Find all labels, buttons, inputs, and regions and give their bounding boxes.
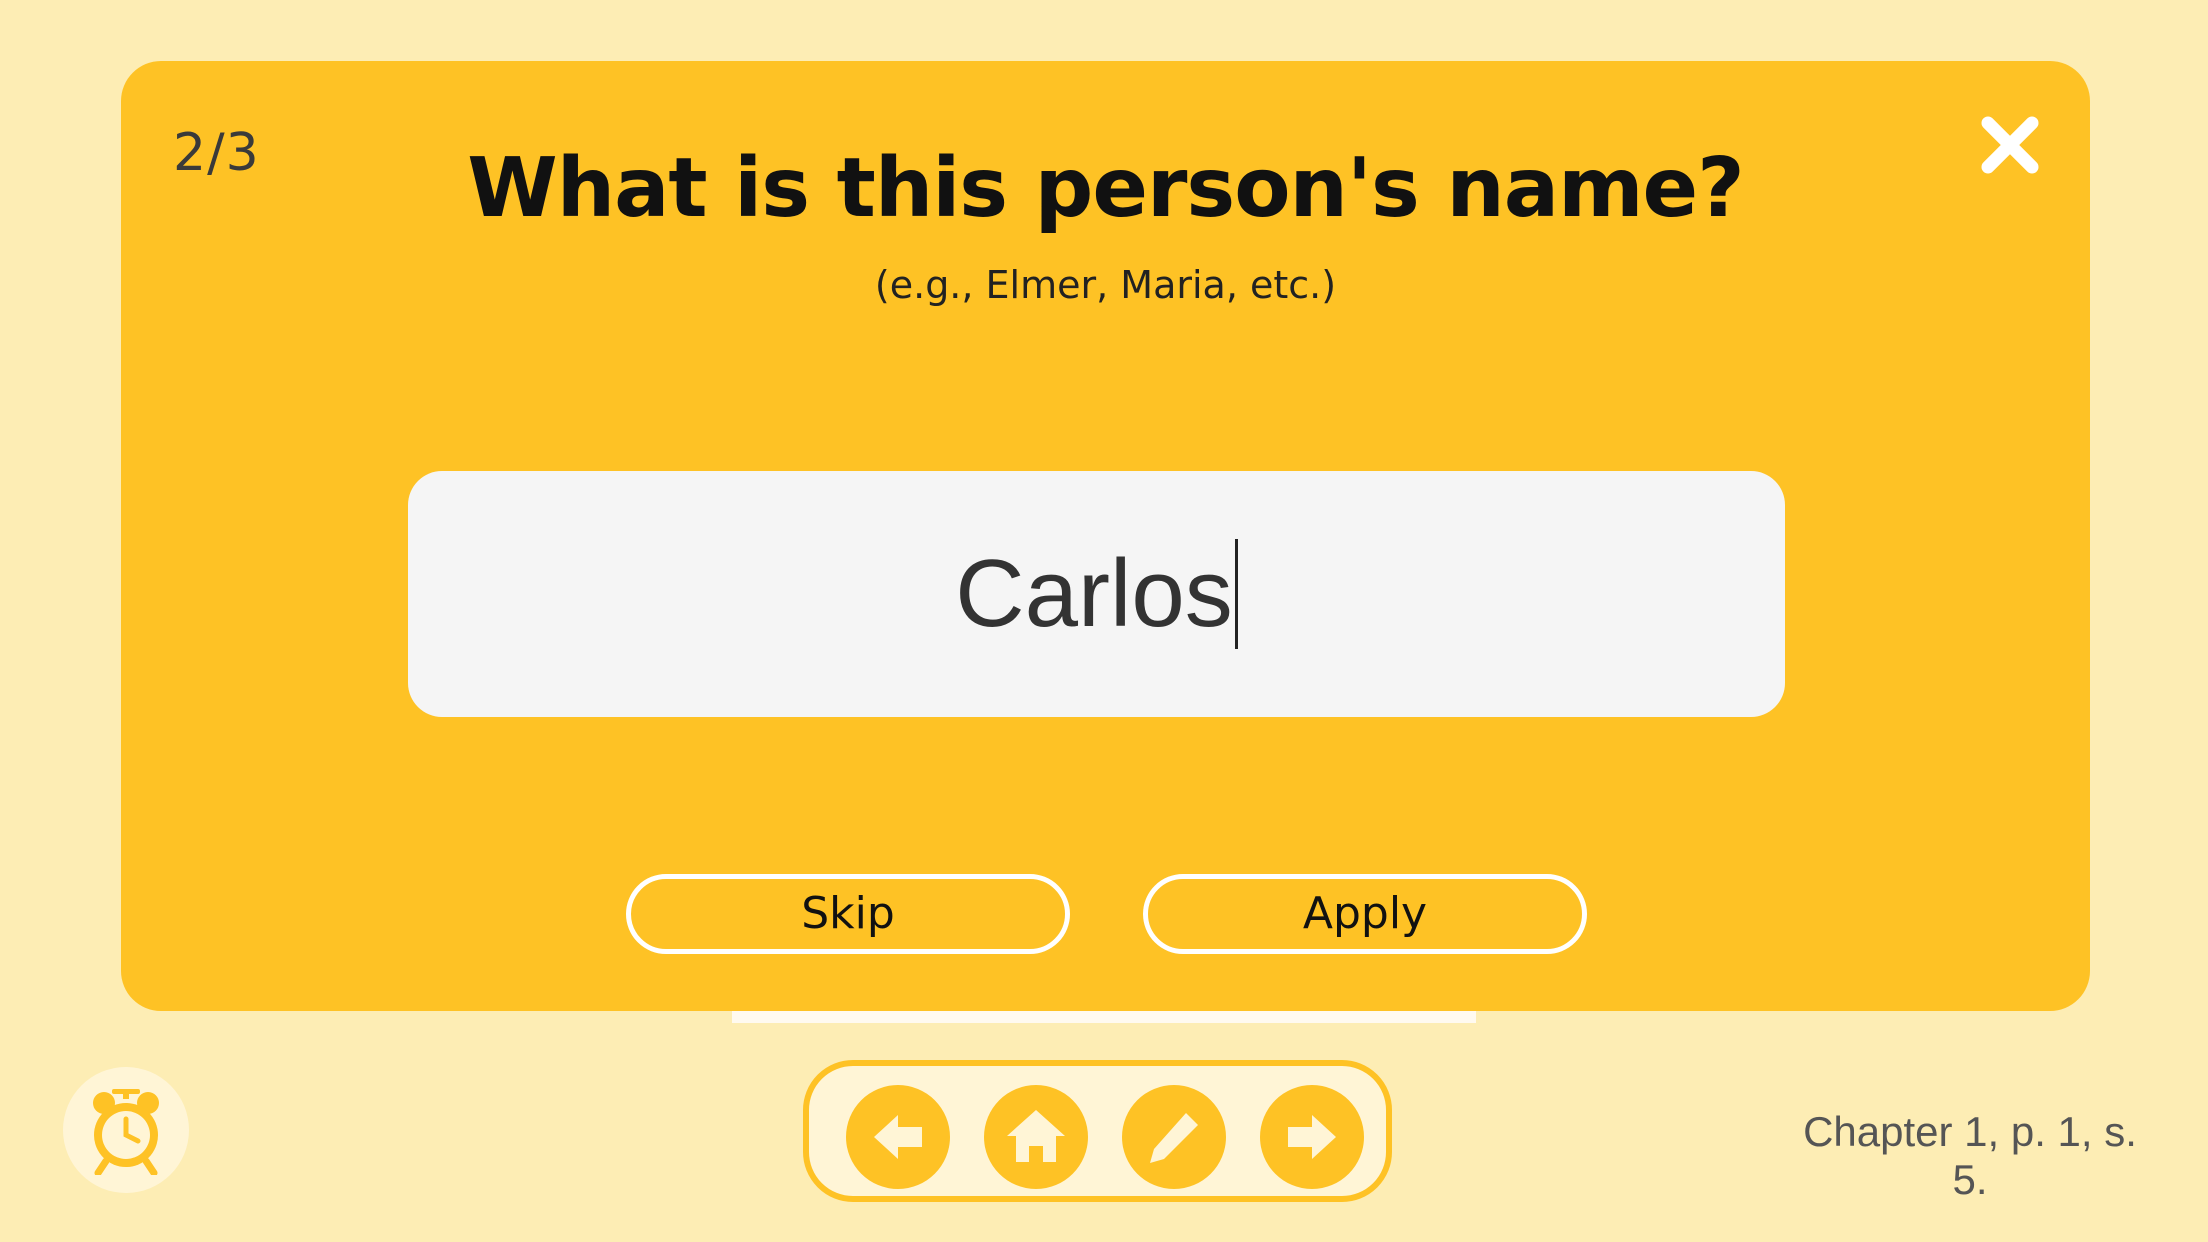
- question-hint: (e.g., Elmer, Maria, etc.): [874, 263, 1337, 307]
- home-button[interactable]: [984, 1085, 1088, 1189]
- background-strip: [732, 1011, 1476, 1023]
- question-dialog: 2/3 What is this person's name? (e.g., E…: [121, 61, 2090, 1011]
- arrow-right-icon: [1288, 1115, 1336, 1159]
- alarm-clock-icon: [93, 1089, 159, 1175]
- question-title: What is this person's name?: [467, 141, 1744, 236]
- skip-button[interactable]: Skip: [626, 874, 1070, 954]
- bottom-navigation: [803, 1060, 1392, 1202]
- chapter-location: Chapter 1, p. 1, s. 5.: [1803, 1108, 2137, 1203]
- apply-button[interactable]: Apply: [1143, 874, 1587, 954]
- name-input-value: Carlos: [955, 539, 1238, 649]
- forward-button[interactable]: [1260, 1085, 1364, 1189]
- edit-button[interactable]: [1122, 1085, 1226, 1189]
- alarm-button[interactable]: [63, 1067, 189, 1193]
- arrow-left-icon: [874, 1115, 922, 1159]
- name-input[interactable]: Carlos: [408, 471, 1785, 717]
- pencil-icon: [1150, 1113, 1198, 1163]
- back-button[interactable]: [846, 1085, 950, 1189]
- home-icon: [1007, 1110, 1065, 1162]
